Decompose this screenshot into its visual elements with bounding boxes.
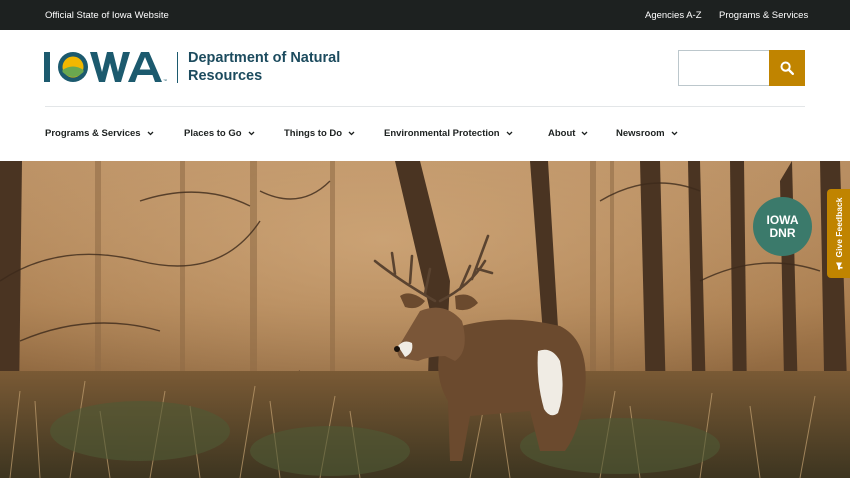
nav-label: About <box>548 128 576 139</box>
chevron-down-icon <box>671 131 678 136</box>
site-header: ™ Department of Natural Resources <box>0 30 850 106</box>
nav-label: Programs & Services <box>45 128 141 139</box>
chevron-down-icon <box>581 131 588 136</box>
agencies-a-z-link[interactable]: Agencies A-Z <box>645 10 702 21</box>
nav-label: Newsroom <box>616 128 665 139</box>
hero-deer-scene <box>0 161 850 478</box>
chevron-down-icon <box>506 131 513 136</box>
nav-newsroom[interactable]: Newsroom <box>616 128 678 139</box>
iowa-dnr-badge: IOWA DNR <box>753 197 812 256</box>
badge-line2: DNR <box>769 225 796 240</box>
svg-text:™: ™ <box>163 78 167 83</box>
megaphone-icon <box>835 262 842 270</box>
chevron-down-icon <box>147 131 154 136</box>
search-button[interactable] <box>769 50 805 86</box>
logo-divider <box>177 52 178 83</box>
nav-label: Things to Do <box>284 128 343 139</box>
nav-label: Places to Go <box>184 128 242 139</box>
hero-image <box>0 161 850 478</box>
utility-bar: Official State of Iowa Website Agencies … <box>0 0 850 30</box>
nav-label: Environmental Protection <box>384 128 500 139</box>
nav-environmental-protection[interactable]: Environmental Protection <box>384 128 513 139</box>
iowa-logo[interactable]: ™ <box>44 50 172 84</box>
chevron-down-icon <box>348 131 355 136</box>
search-input[interactable] <box>678 50 770 86</box>
nav-about[interactable]: About <box>548 128 588 139</box>
department-name[interactable]: Department of Natural Resources <box>188 49 388 85</box>
main-nav: Programs & Services Places to Go Things … <box>0 107 850 161</box>
department-name-line1: Department of Natural <box>188 50 341 66</box>
programs-services-link[interactable]: Programs & Services <box>719 10 808 21</box>
nav-things-to-do[interactable]: Things to Do <box>284 128 355 139</box>
nav-programs-services[interactable]: Programs & Services <box>45 128 154 139</box>
give-feedback-tab[interactable]: Give Feedback <box>827 189 850 278</box>
give-feedback-label: Give Feedback <box>833 196 844 258</box>
nav-places-to-go[interactable]: Places to Go <box>184 128 255 139</box>
chevron-down-icon <box>248 131 255 136</box>
search-icon <box>780 61 794 75</box>
official-site-label: Official State of Iowa Website <box>45 10 169 21</box>
department-name-line2: Resources <box>188 68 263 84</box>
badge-line1: IOWA <box>766 212 799 227</box>
